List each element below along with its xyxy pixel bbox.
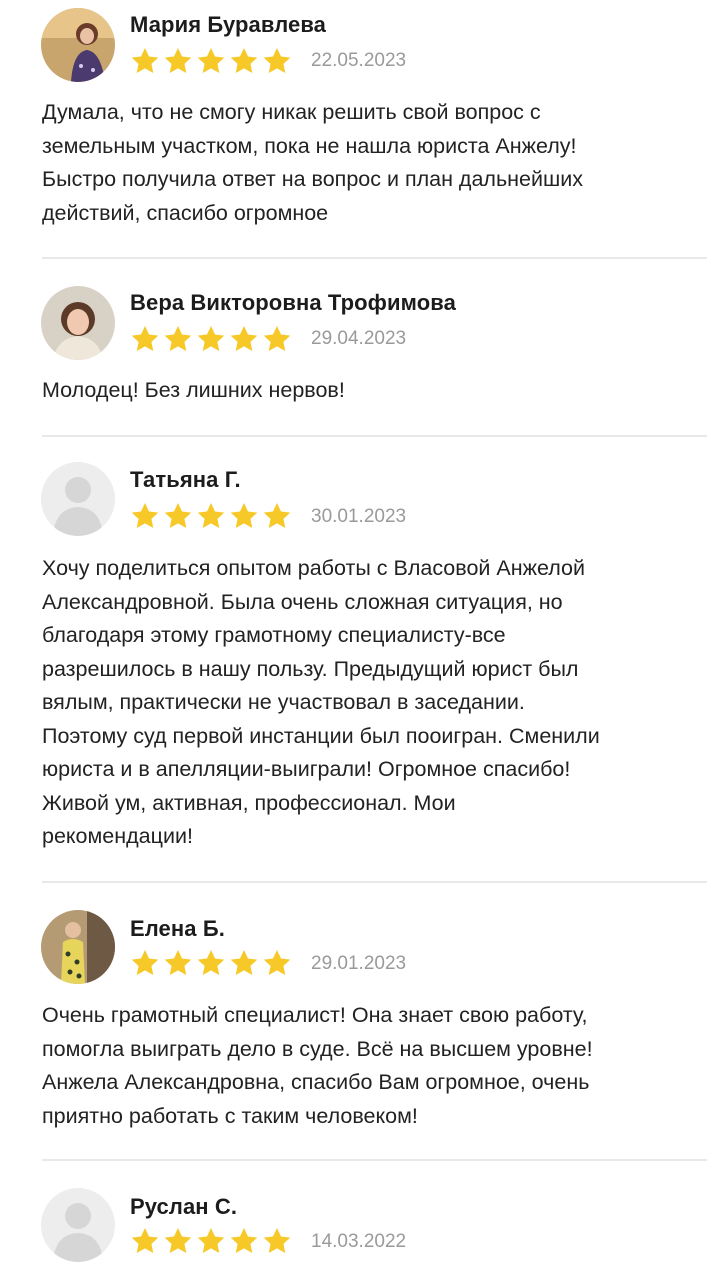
review-text-line: Думала, что не смогу никак решить свой в… (42, 100, 541, 124)
review-text-line: Молодец! Без лишних нервов! (42, 378, 345, 402)
review-text-line: Хочу поделиться опытом работы с Власовой… (42, 556, 585, 580)
star-icon (163, 949, 196, 977)
review-date: 14.03.2022 (311, 1231, 407, 1252)
review-text-line: Очень грамотный специалист! Она знает св… (42, 1003, 588, 1027)
reviews-page: Мария Буравлева 22.05.2023 Думала, что н… (0, 0, 719, 1280)
star-icon (130, 1227, 163, 1255)
review-text-line: Поэтому суд первой инстанции был пооигра… (42, 723, 600, 748)
star-icon (196, 47, 229, 75)
avatar[interactable] (41, 462, 115, 536)
rating-stars (130, 1227, 295, 1255)
review-date: 22.05.2023 (311, 50, 407, 71)
star-icon (163, 47, 196, 75)
review-text-line: Анжела Александровна, спасибо Вам огромн… (42, 1070, 590, 1094)
review-text-line: действий, спасибо огромное (42, 200, 329, 225)
star-icon (196, 949, 229, 977)
star-icon (229, 1227, 262, 1255)
reviewer-name[interactable]: Елена Б. (130, 916, 225, 942)
review-date: 30.01.2023 (311, 506, 407, 527)
star-icon (130, 325, 163, 353)
divider (42, 1159, 707, 1161)
divider (42, 881, 707, 883)
star-icon (262, 949, 295, 977)
review-text: Молодец! Без лишних нервов! (42, 374, 707, 408)
star-icon (229, 47, 262, 75)
star-icon (262, 1227, 295, 1255)
star-icon (130, 47, 163, 75)
star-icon (196, 325, 229, 353)
review-text-line: юриста и в апелляции-выиграли! Огромное … (42, 757, 571, 781)
star-icon (229, 325, 262, 353)
avatar[interactable] (41, 286, 115, 360)
star-icon (130, 949, 163, 977)
review-text-line: Александровной. Была очень сложная ситуа… (42, 589, 563, 614)
review-text-line: рекомендации! (42, 824, 193, 848)
review-text: Очень грамотный специалист! Она знает св… (42, 999, 707, 1133)
star-icon (163, 1227, 196, 1255)
avatar[interactable] (41, 910, 115, 984)
review-text-line: благодаря этому грамотному специалисту-в… (42, 623, 506, 647)
review-text-line: земельным участком, пока не нашла юриста… (42, 133, 577, 158)
star-icon (163, 325, 196, 353)
divider (42, 257, 707, 259)
reviewer-name[interactable]: Вера Викторовна Трофимова (130, 290, 456, 316)
star-icon (196, 1227, 229, 1255)
user-silhouette-icon (41, 1188, 115, 1262)
rating-stars (130, 949, 295, 977)
review-date: 29.04.2023 (311, 328, 407, 349)
review-date: 29.01.2023 (311, 953, 407, 974)
star-icon (262, 47, 295, 75)
star-icon (163, 502, 196, 530)
review-text: Хочу поделиться опытом работы с Власовой… (42, 552, 707, 854)
star-icon (262, 325, 295, 353)
review-text-line: Быстро получила ответ на вопрос и план д… (42, 167, 584, 191)
review-text-line: помогла выиграть дело в суде. Всё на выс… (42, 1036, 593, 1061)
avatar[interactable] (41, 8, 115, 82)
reviewer-name[interactable]: Мария Буравлева (130, 12, 326, 38)
reviewer-name[interactable]: Руслан С. (130, 1194, 237, 1220)
star-icon (229, 949, 262, 977)
review-text: Думала, что не смогу никак решить свой в… (42, 96, 707, 230)
rating-stars (130, 47, 295, 75)
star-icon (130, 502, 163, 530)
reviewer-name[interactable]: Татьяна Г. (130, 467, 241, 493)
user-silhouette-icon (41, 462, 115, 536)
rating-stars (130, 502, 295, 530)
star-icon (262, 502, 295, 530)
avatar[interactable] (41, 1188, 115, 1262)
star-icon (229, 502, 262, 530)
star-icon (196, 502, 229, 530)
review-text-line: Живой ум, активная, профессионал. Мои (42, 790, 456, 815)
review-text-line: разрешилось в нашу пользу. Предыдущий юр… (42, 656, 579, 681)
review-text-line: приятно работать с таким человеком! (42, 1103, 418, 1128)
review-text-line: вялым, практически не участвовал в засед… (42, 690, 525, 714)
rating-stars (130, 325, 295, 353)
divider (42, 435, 707, 437)
